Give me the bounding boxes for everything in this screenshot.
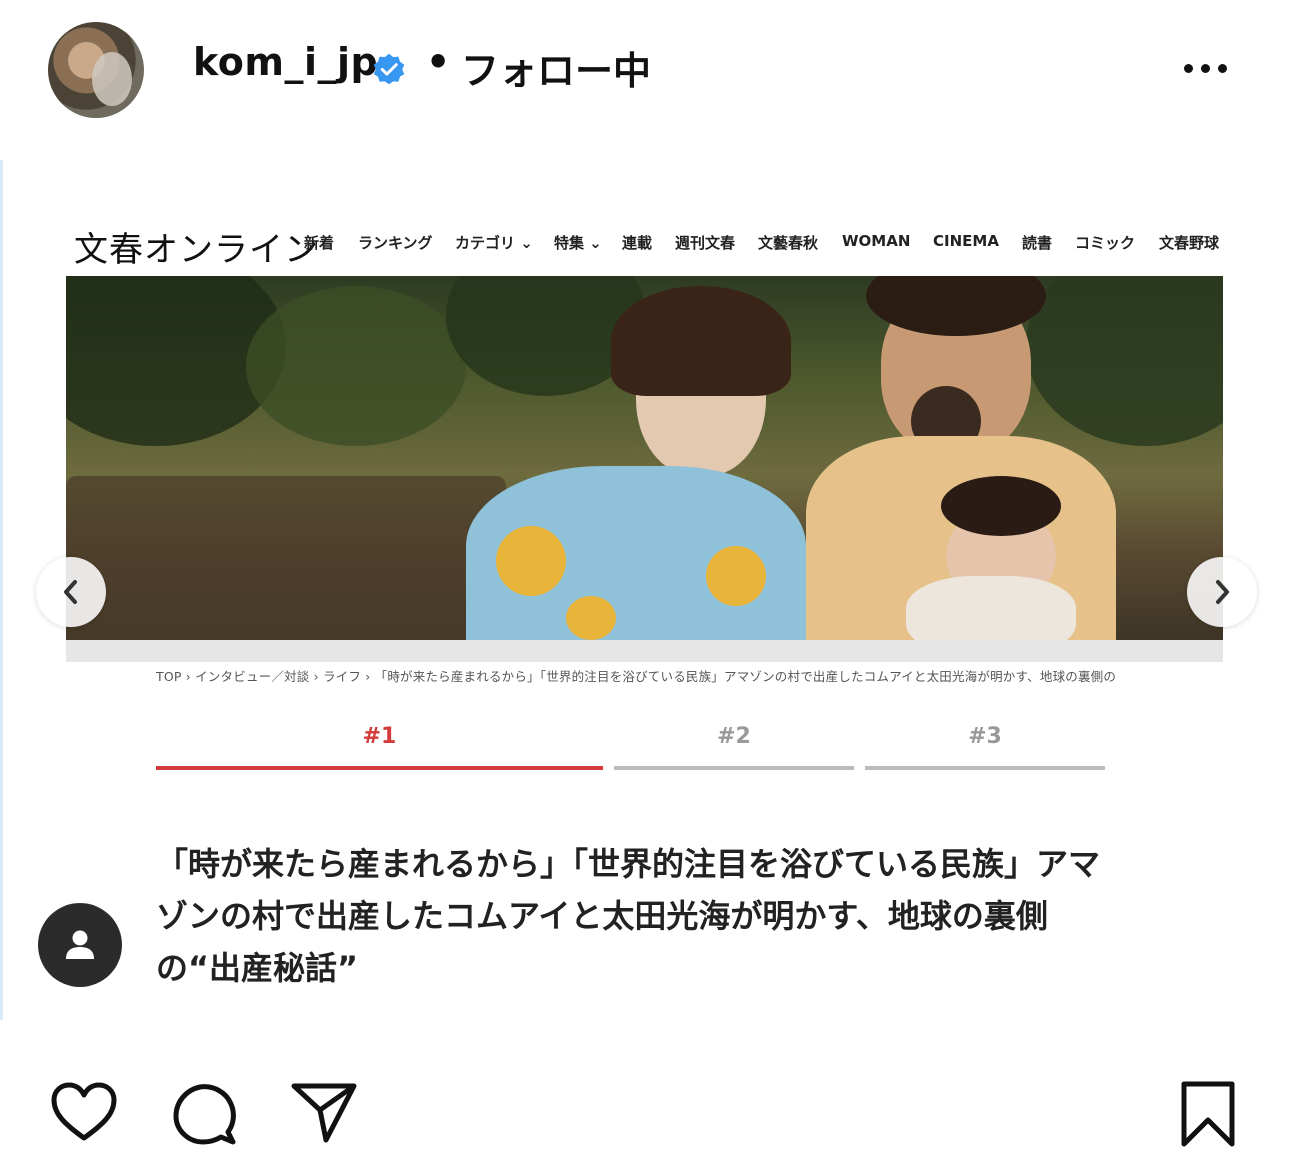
nav-item: コミック [1075, 234, 1136, 252]
separator-dot: • [426, 40, 451, 84]
more-horizontal-icon[interactable] [1180, 60, 1232, 80]
comment-icon[interactable] [170, 1080, 240, 1150]
tagged-users-button[interactable] [38, 903, 122, 987]
carousel-next-button[interactable] [1187, 557, 1257, 627]
nav-item: 特集 ⌄ [554, 234, 602, 252]
nav-item: 連載 [622, 234, 653, 252]
heart-icon[interactable] [49, 1080, 119, 1144]
tab-indicator [614, 766, 854, 770]
following-button[interactable]: フォロー中 [461, 40, 651, 95]
tab-indicator [865, 766, 1105, 770]
tab-part-3[interactable]: #3 [865, 722, 1105, 770]
user-tag-icon [66, 930, 94, 959]
tab-label: #2 [717, 724, 751, 749]
nav-item: 文藝春秋 [758, 234, 819, 252]
nav-item: 新着 [304, 234, 335, 252]
send-icon[interactable] [290, 1080, 360, 1144]
bookmark-icon[interactable] [1180, 1080, 1236, 1150]
username[interactable]: kom_i_jp [193, 40, 378, 84]
tab-indicator [156, 766, 603, 770]
tab-part-1[interactable]: #1 [156, 722, 603, 770]
nav-item: 読書 [1022, 234, 1053, 252]
nav-item: カテゴリ ⌄ [455, 234, 533, 252]
nav-item: 文春野球 [1159, 234, 1220, 252]
nav-item: WOMAN [842, 232, 911, 250]
site-logo: 文春オンライン [74, 230, 319, 270]
tab-label: #1 [362, 724, 397, 749]
nav-item: CINEMA [933, 232, 999, 250]
article-headline: 「時が来たら産まれるから」「世界的注目を浴びている民族」アマゾンの村で出産したコ… [156, 845, 1101, 987]
breadcrumb: TOP › インタビュー／対談 › ライフ › 「時が来たら産まれるから」「世界… [156, 669, 1117, 684]
chevron-left-icon [64, 580, 77, 604]
tab-label: #3 [968, 724, 1002, 749]
post-action-bar [0, 1070, 1290, 1160]
article-part-tabs: #1 #2 #3 [156, 722, 1106, 772]
verified-badge-icon [373, 53, 405, 85]
post-header: kom_i_jp • フォロー中 [0, 0, 1290, 140]
media-edge [0, 160, 3, 1020]
avatar[interactable] [48, 22, 144, 118]
carousel-prev-button[interactable] [36, 557, 106, 627]
chevron-right-icon [1216, 580, 1229, 604]
photo-bottom-strip [66, 640, 1223, 662]
nav-item: 週刊文春 [675, 234, 736, 252]
article-photo [66, 276, 1223, 640]
tab-part-2[interactable]: #2 [614, 722, 854, 770]
nav-item: ランキング [358, 234, 433, 252]
